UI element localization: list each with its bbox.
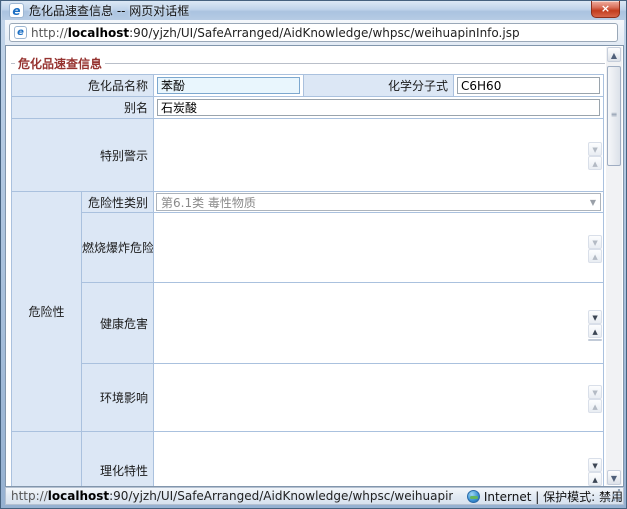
page-scroll-down-icon[interactable]: ▼ <box>607 470 621 485</box>
address-band: e http://localhost:90/yjzh/UI/SafeArrang… <box>5 20 624 45</box>
row-health: 健康危害 急性毒性：大鼠经LD50317mg／kg；兔经皮LD50。630mg/… <box>12 283 604 364</box>
page-scroll-up-icon[interactable]: ▲ <box>607 47 621 62</box>
fire-textarea[interactable]: 可燃 <box>154 248 586 251</box>
zone-text: Internet | 保护模式: 禁用 <box>484 488 623 505</box>
row-physical: 理化特性 无色或白色晶体，有特殊气味。在空气中及光线作用下变为粉红色甚至红色。室… <box>12 432 604 488</box>
scroll-down-icon[interactable]: ▼ <box>588 385 602 399</box>
status-url-scheme: http:// <box>11 489 48 503</box>
status-url-host: localhost <box>48 489 109 503</box>
health-label: 健康危害 <box>82 283 154 364</box>
fire-label: 燃烧爆炸危险性 <box>82 213 154 283</box>
formula-label: 化学分子式 <box>304 75 454 97</box>
phys-label: 理化特性 <box>82 432 154 488</box>
alias-input[interactable] <box>157 99 600 116</box>
address-input[interactable]: e http://localhost:90/yjzh/UI/SafeArrang… <box>9 23 618 42</box>
formula-cell <box>454 75 604 97</box>
scroll-down-icon[interactable]: ▼ <box>588 310 602 324</box>
chemical-info-table: 危化品名称 化学分子式 别名 特别警示 有毒，对皮肤、黏膜 <box>11 74 604 487</box>
row-fire: 燃烧爆炸危险性 可燃 ▲ ▼ <box>12 213 604 283</box>
row-environment: 环境影响 在很低的浓度下就能对水生生物造成危害 在土壤中，只要2-5天时间就可完… <box>12 364 604 432</box>
internet-globe-icon <box>467 490 480 503</box>
scroll-down-icon[interactable]: ▼ <box>588 458 602 472</box>
hazard-class-value: 第6.1类 毒性物质 <box>161 194 256 211</box>
url-host: localhost <box>68 26 129 40</box>
name-label: 危化品名称 <box>12 75 154 97</box>
phys-textarea[interactable]: 无色或白色晶体，有特殊气味。在空气中及光线作用下变为粉红色甚至红色。室温下微溶于… <box>154 471 586 474</box>
url-path: :90/yjzh/UI/SafeArranged/AidKnowledge/wh… <box>129 26 519 40</box>
row-hazard-class: 危险性 危险性类别 第6.1类 毒性物质 ▼ <box>12 192 604 213</box>
scroll-down-icon[interactable]: ▼ <box>588 142 602 156</box>
scroll-up-icon[interactable]: ▲ <box>588 324 602 338</box>
warning-label: 特别警示 <box>12 119 154 192</box>
dropdown-arrow-icon: ▼ <box>590 198 596 207</box>
fieldset-legend: 危化品速查信息 <box>11 55 605 71</box>
page-title: 危化品速查信息 <box>15 55 105 72</box>
security-zone: Internet | 保护模式: 禁用 <box>467 488 623 505</box>
scroll-up-icon[interactable]: ▲ <box>588 156 602 170</box>
hazard-class-label: 危险性类别 <box>82 192 154 213</box>
resize-grip[interactable] <box>608 489 622 503</box>
row-name-formula: 危化品名称 化学分子式 <box>12 75 604 97</box>
alias-label: 别名 <box>12 97 154 119</box>
window-title: 危化品速查信息 -- 网页对话框 <box>29 2 189 19</box>
title-bar[interactable]: e 危化品速查信息 -- 网页对话框 <box>2 1 626 20</box>
hazard-group-label: 危险性 <box>12 192 82 432</box>
health-textarea[interactable]: 急性毒性：大鼠经LD50317mg／kg；兔经皮LD50。630mg/kg；大鼠… <box>154 323 586 326</box>
page-scrollbar[interactable]: ▲ ≡ ▼ <box>606 47 622 485</box>
empty-group-cell <box>12 432 82 488</box>
status-url-path: :90/yjzh/UI/SafeArranged/AidKnowledge/wh… <box>109 489 453 503</box>
page-scrollbar-thumb[interactable]: ≡ <box>607 66 621 166</box>
alias-cell <box>154 97 604 119</box>
dialog-window: e 危化品速查信息 -- 网页对话框 × e http://localhost:… <box>0 0 627 509</box>
ie-page-icon: e <box>14 26 27 39</box>
status-url: http://localhost:90/yjzh/UI/SafeArranged… <box>6 489 453 503</box>
scroll-up-icon[interactable]: ▲ <box>588 249 602 263</box>
name-cell <box>154 75 304 97</box>
page-content: 危化品速查信息 危化品名称 化学分子式 别名 <box>5 45 624 487</box>
scroll-up-icon[interactable]: ▲ <box>588 472 602 486</box>
row-warning: 特别警示 有毒，对皮肤、黏膜有强烈的腐蚀作用 皮肤接触，首先用大量清水冲洗至少1… <box>12 119 604 192</box>
row-alias: 别名 <box>12 97 604 119</box>
close-button[interactable]: × <box>591 1 620 18</box>
warning-textarea[interactable]: 有毒，对皮肤、黏膜有强烈的腐蚀作用 皮肤接触，首先用大量清水冲洗至少15min，… <box>154 155 586 158</box>
env-textarea[interactable]: 在很低的浓度下就能对水生生物造成危害 在土壤中，只要2-5天时间就可完全降解 2… <box>154 398 586 401</box>
name-input[interactable] <box>157 77 300 94</box>
formula-input[interactable] <box>457 77 600 94</box>
scroll-up-icon[interactable]: ▲ <box>588 399 602 413</box>
status-bar: http://localhost:90/yjzh/UI/SafeArranged… <box>5 487 624 505</box>
url-scheme: http:// <box>31 26 68 40</box>
scrollbar-thumb[interactable] <box>588 339 602 341</box>
env-label: 环境影响 <box>82 364 154 432</box>
ie-icon: e <box>9 3 24 18</box>
scroll-down-icon[interactable]: ▼ <box>588 235 602 249</box>
hazard-class-select[interactable]: 第6.1类 毒性物质 ▼ <box>156 193 601 211</box>
